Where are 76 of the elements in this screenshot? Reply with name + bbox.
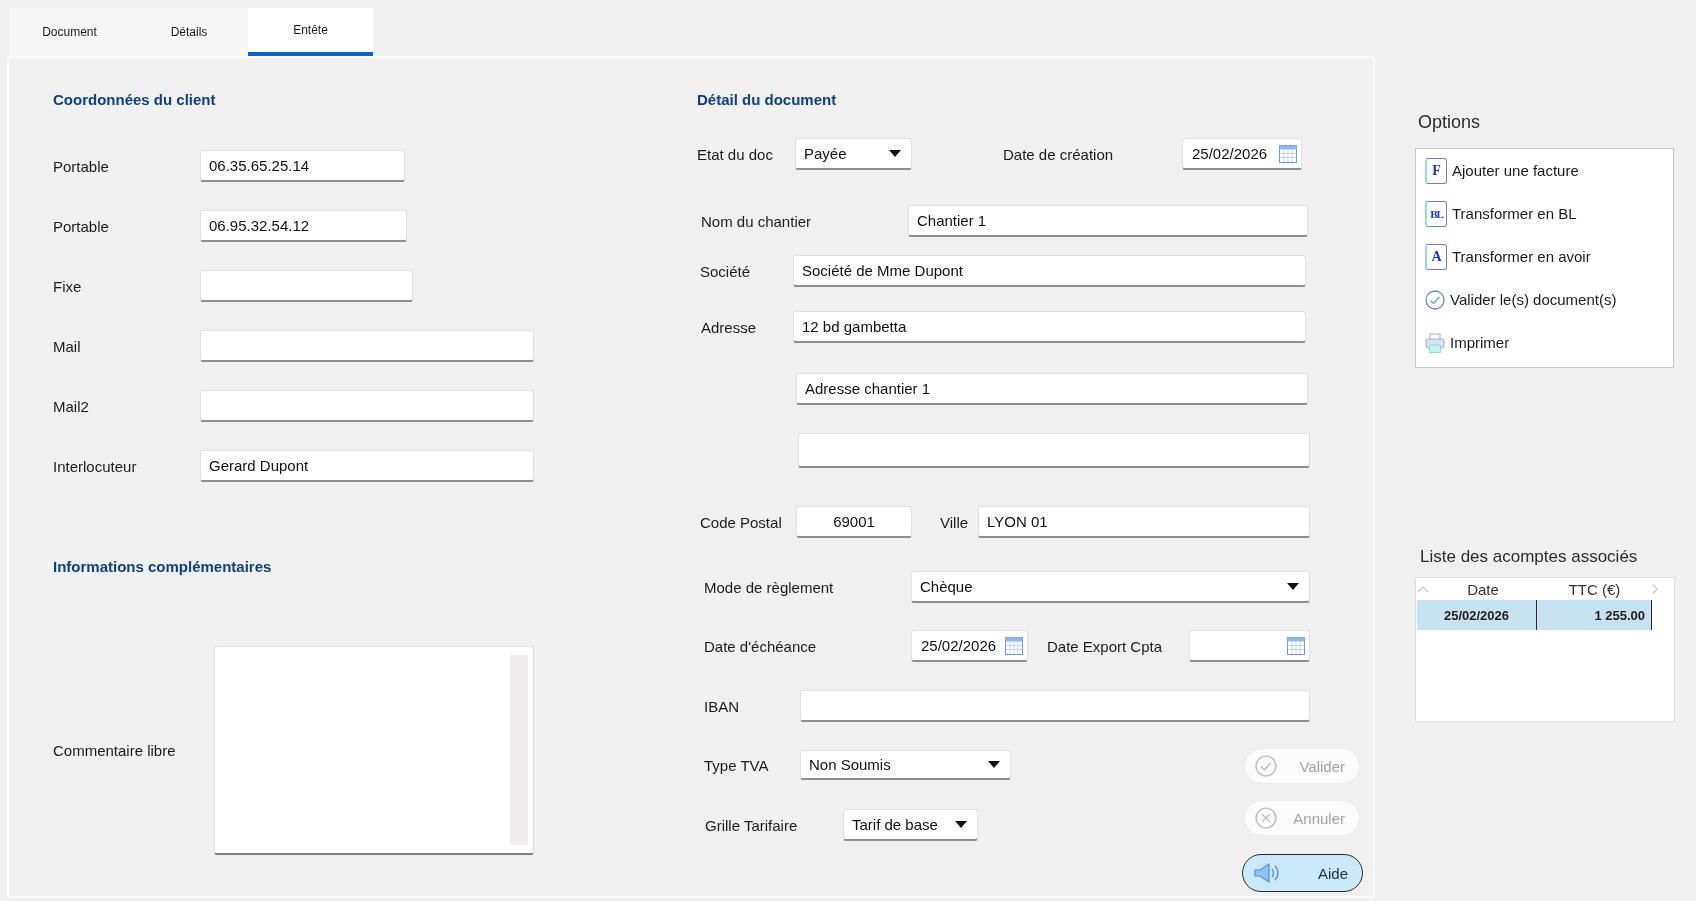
option-item[interactable]: BL Transformer en BL: [1416, 192, 1577, 235]
text-field[interactable]: 06.95.32.54.12: [200, 210, 407, 242]
text-field[interactable]: [200, 270, 413, 302]
tab[interactable]: Document: [9, 8, 130, 56]
caret-icon: [955, 821, 967, 828]
date-field[interactable]: 25/02/2026: [1182, 138, 1302, 170]
calendar-icon[interactable]: [1287, 636, 1305, 655]
printer-icon: [1425, 332, 1445, 353]
text-field[interactable]: LYON 01: [978, 506, 1310, 538]
text-field[interactable]: [200, 390, 534, 422]
option-item[interactable]: A Transformer en avoir: [1416, 235, 1591, 278]
dropdown[interactable]: Chèque: [911, 571, 1310, 603]
field-label: Grille Tarifaire: [705, 816, 799, 834]
dropdown[interactable]: Payée: [795, 138, 912, 170]
document-icon: A: [1425, 243, 1447, 270]
column-header[interactable]: Date: [1429, 580, 1537, 598]
field-label: Société: [700, 262, 752, 280]
text-field[interactable]: 69001: [796, 506, 912, 538]
caret-icon: [889, 150, 901, 157]
option-item[interactable]: Imprimer: [1416, 321, 1510, 364]
field-label: Mail2: [53, 397, 90, 415]
text-field[interactable]: [798, 433, 1310, 468]
text-field[interactable]: [800, 690, 1310, 722]
check-circle-icon: [1425, 289, 1445, 310]
chevron-up-icon[interactable]: [1417, 585, 1429, 593]
field-label: IBAN: [704, 697, 740, 715]
calendar-icon[interactable]: [1005, 636, 1023, 655]
text-field[interactable]: Chantier 1: [908, 205, 1308, 237]
table-row[interactable]: 25/02/2026 1 255.00: [1417, 600, 1652, 630]
text-field[interactable]: Société de Mme Dupont: [793, 255, 1306, 287]
field-label: Etat du doc: [697, 145, 774, 163]
field-label: Date Export Cpta: [1047, 637, 1164, 655]
field-label: Portable: [53, 157, 110, 175]
option-item[interactable]: F Ajouter une facture: [1416, 149, 1579, 192]
date-field[interactable]: [1189, 630, 1310, 662]
dropdown[interactable]: Tarif de base: [843, 809, 978, 841]
section-heading: Coordonnées du client: [53, 90, 216, 110]
document-icon: BL: [1425, 200, 1447, 227]
tab[interactable]: Entête: [248, 8, 373, 56]
field-label: Fixe: [53, 277, 83, 295]
field-label: Nom du chantier: [701, 212, 813, 230]
field-label: Date de création: [1003, 145, 1115, 163]
text-field[interactable]: [200, 330, 534, 362]
action-button[interactable]: Aide: [1242, 854, 1363, 892]
field-label: Adresse: [701, 318, 758, 336]
text-field[interactable]: Adresse chantier 1: [796, 373, 1308, 405]
field-label: Mode de règlement: [704, 578, 835, 596]
tab[interactable]: Détails: [130, 8, 248, 56]
field-label: Code Postal: [700, 513, 783, 531]
text-field[interactable]: Gerard Dupont: [200, 450, 534, 482]
text-field[interactable]: 12 bd gambetta: [793, 311, 1306, 343]
field-label: Ville: [940, 513, 970, 531]
table-cell: 1 255.00: [1537, 600, 1652, 630]
caret-icon: [988, 761, 1000, 768]
date-field[interactable]: 25/02/2026: [911, 630, 1028, 662]
check-circle-icon: [1255, 755, 1277, 777]
field-label: Commentaire libre: [53, 742, 177, 759]
caret-icon: [1287, 583, 1299, 590]
field-label: Interlocuteur: [53, 457, 138, 475]
panel-title: Liste des acomptes associés: [1420, 546, 1638, 568]
document-icon: F: [1425, 157, 1447, 184]
section-heading: Informations complémentaires: [53, 557, 272, 577]
megaphone-icon: [1253, 862, 1281, 884]
panel-title: Options: [1418, 111, 1481, 133]
text-field[interactable]: 06.35.65.25.14: [200, 150, 405, 182]
option-item[interactable]: Valider le(s) document(s): [1416, 278, 1617, 321]
calendar-icon[interactable]: [1279, 144, 1297, 163]
section-heading: Détail du document: [697, 90, 837, 110]
field-label: Type TVA: [704, 756, 770, 774]
x-circle-icon: [1255, 807, 1277, 829]
field-label: Mail: [53, 337, 82, 355]
dropdown[interactable]: Non Soumis: [800, 750, 1011, 780]
field-label: Date d'échéance: [704, 637, 818, 655]
field-label: Portable: [53, 217, 110, 235]
table-cell: 25/02/2026: [1417, 600, 1537, 630]
column-header[interactable]: TTC (€): [1537, 580, 1652, 598]
